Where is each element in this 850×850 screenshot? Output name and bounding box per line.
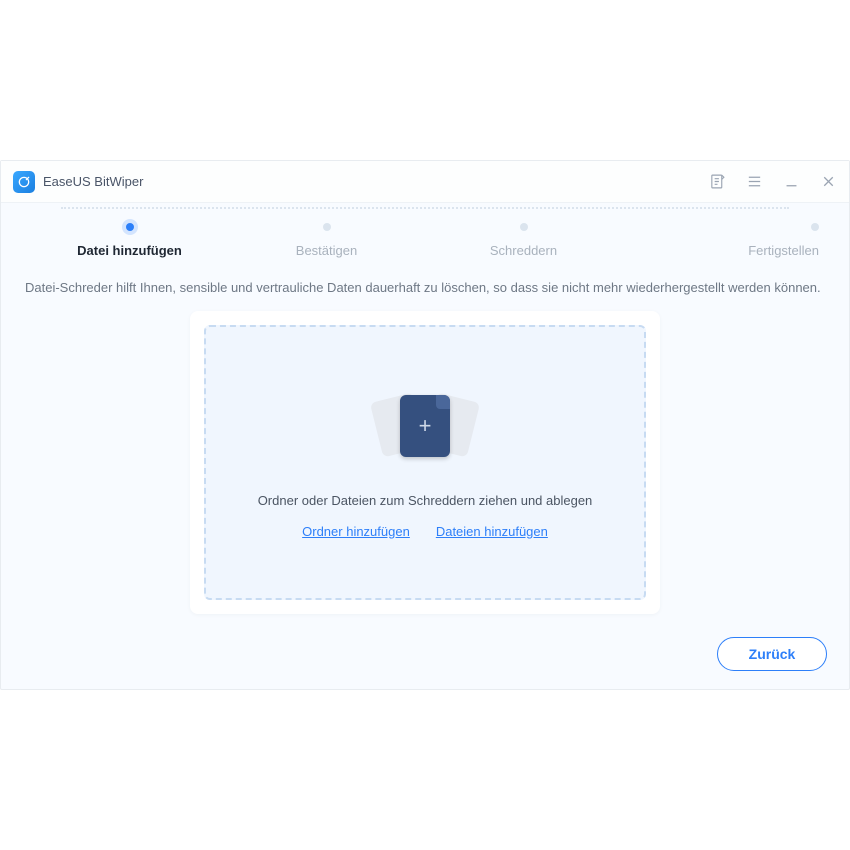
titlebar: EaseUS BitWiper [1,161,849,203]
stepper: Datei hinzufügen Bestätigen Schreddern F… [1,203,849,268]
step-confirm: Bestätigen [228,223,425,258]
file-add-icon: + [370,387,480,477]
close-icon[interactable] [820,173,837,190]
step-add-file: Datei hinzufügen [31,223,228,258]
app-title: EaseUS BitWiper [43,174,143,189]
footer: Zurück [717,637,827,671]
step-label: Bestätigen [296,243,357,258]
step-label: Schreddern [490,243,557,258]
dropzone-hint: Ordner oder Dateien zum Schreddern ziehe… [258,493,593,508]
step-shred: Schreddern [425,223,622,258]
menu-icon[interactable] [746,173,763,190]
dropzone[interactable]: + Ordner oder Dateien zum Schreddern zie… [204,325,646,600]
step-dot-icon [126,223,134,231]
minimize-icon[interactable] [783,173,800,190]
step-dot-icon [520,223,528,231]
step-label: Datei hinzufügen [77,243,182,258]
app-icon [13,171,35,193]
step-label: Fertigstellen [748,243,819,258]
dropzone-card: + Ordner oder Dateien zum Schreddern zie… [190,311,660,614]
add-files-link[interactable]: Dateien hinzufügen [436,524,548,539]
step-dot-icon [323,223,331,231]
notes-icon[interactable] [709,173,726,190]
page-description: Datei-Schreder hilft Ihnen, sensible und… [1,268,849,311]
back-button[interactable]: Zurück [717,637,827,671]
step-dot-icon [811,223,819,231]
app-window: EaseUS BitWiper [0,160,850,690]
step-finish: Fertigstellen [622,223,819,258]
add-folder-link[interactable]: Ordner hinzufügen [302,524,410,539]
